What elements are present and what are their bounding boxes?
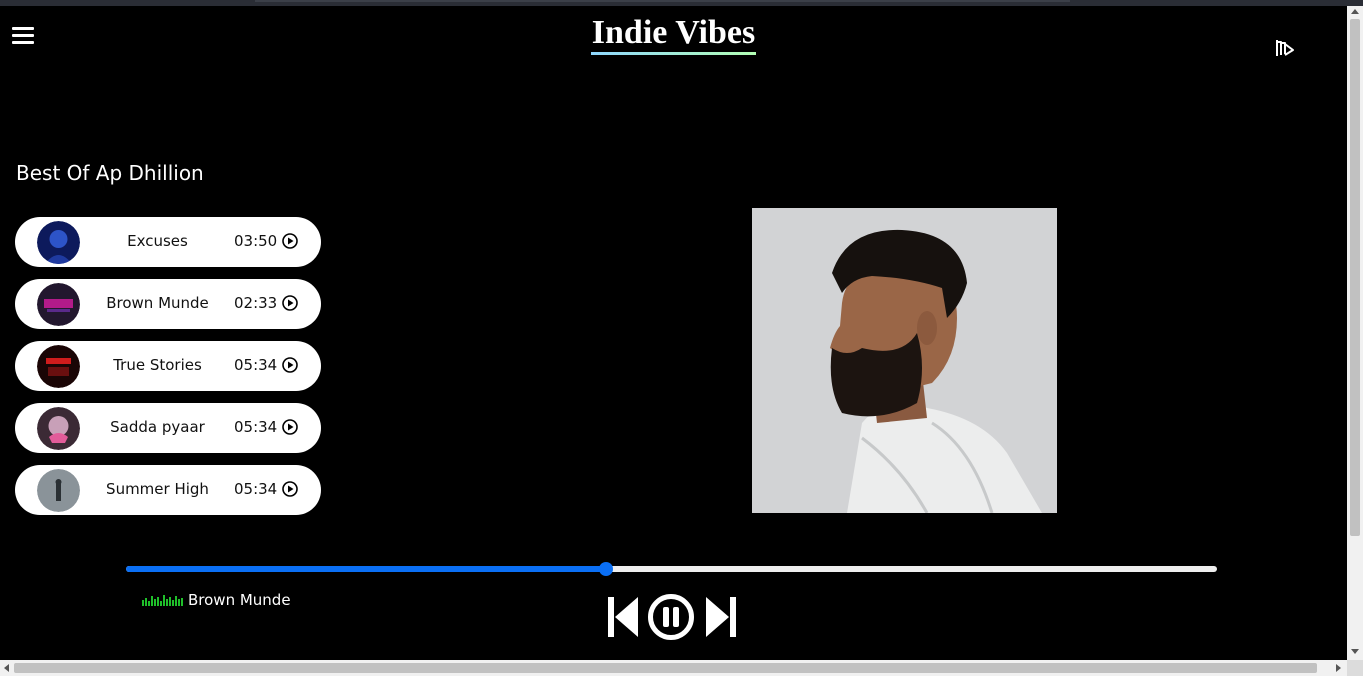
equalizer-icon bbox=[142, 595, 183, 606]
song-duration: 03:50 bbox=[234, 232, 278, 250]
song-name: Summer High bbox=[106, 480, 209, 498]
app-title-text: Indie Vibes bbox=[590, 14, 757, 55]
pause-icon[interactable] bbox=[647, 593, 695, 641]
song-name: Sadda pyaar bbox=[110, 418, 205, 436]
skip-previous-icon[interactable] bbox=[606, 595, 640, 639]
song-name: Excuses bbox=[127, 232, 188, 250]
song-thumbnail bbox=[37, 407, 80, 450]
browser-top-strip bbox=[0, 0, 1363, 6]
app-logo-icon[interactable] bbox=[1274, 37, 1296, 59]
scrollbar-corner bbox=[1347, 660, 1363, 676]
scroll-right-icon[interactable] bbox=[1336, 664, 1341, 672]
song-duration: 05:34 bbox=[234, 480, 278, 498]
play-circle-icon[interactable] bbox=[282, 233, 298, 249]
song-item[interactable]: Sadda pyaar 05:34 bbox=[15, 403, 321, 453]
horizontal-scrollbar[interactable] bbox=[0, 660, 1347, 676]
vertical-scroll-thumb[interactable] bbox=[1350, 19, 1360, 536]
vertical-scrollbar[interactable] bbox=[1347, 6, 1363, 660]
app-title: Indie Vibes bbox=[0, 14, 1347, 55]
song-list: Excuses 03:50 Brown Munde 02:33 True Sto… bbox=[15, 217, 321, 527]
song-duration: 02:33 bbox=[234, 294, 278, 312]
song-item[interactable]: Summer High 05:34 bbox=[15, 465, 321, 515]
playlist-title: Best Of Ap Dhillion bbox=[16, 161, 204, 185]
play-circle-icon[interactable] bbox=[282, 357, 298, 373]
skip-next-icon[interactable] bbox=[704, 595, 738, 639]
scroll-up-icon[interactable] bbox=[1351, 9, 1359, 14]
song-duration: 05:34 bbox=[234, 418, 278, 436]
horizontal-scroll-thumb[interactable] bbox=[14, 663, 1317, 673]
scroll-down-icon[interactable] bbox=[1351, 649, 1359, 654]
song-thumbnail bbox=[37, 221, 80, 264]
now-playing-title: Brown Munde bbox=[188, 591, 291, 609]
song-item[interactable]: Brown Munde 02:33 bbox=[15, 279, 321, 329]
seek-thumb[interactable] bbox=[599, 562, 614, 576]
song-thumbnail bbox=[37, 283, 80, 326]
scroll-left-icon[interactable] bbox=[4, 664, 9, 672]
tab-indicator bbox=[255, 0, 1070, 2]
album-cover-image bbox=[752, 208, 1057, 513]
song-item[interactable]: True Stories 05:34 bbox=[15, 341, 321, 391]
song-item[interactable]: Excuses 03:50 bbox=[15, 217, 321, 267]
song-thumbnail bbox=[37, 345, 80, 388]
seek-slider[interactable] bbox=[126, 562, 1217, 576]
song-duration: 05:34 bbox=[234, 356, 278, 374]
play-circle-icon[interactable] bbox=[282, 481, 298, 497]
song-name: Brown Munde bbox=[106, 294, 209, 312]
song-name: True Stories bbox=[113, 356, 202, 374]
play-circle-icon[interactable] bbox=[282, 295, 298, 311]
playback-controls bbox=[606, 593, 738, 641]
seek-fill bbox=[126, 566, 607, 572]
song-thumbnail bbox=[37, 469, 80, 512]
play-circle-icon[interactable] bbox=[282, 419, 298, 435]
